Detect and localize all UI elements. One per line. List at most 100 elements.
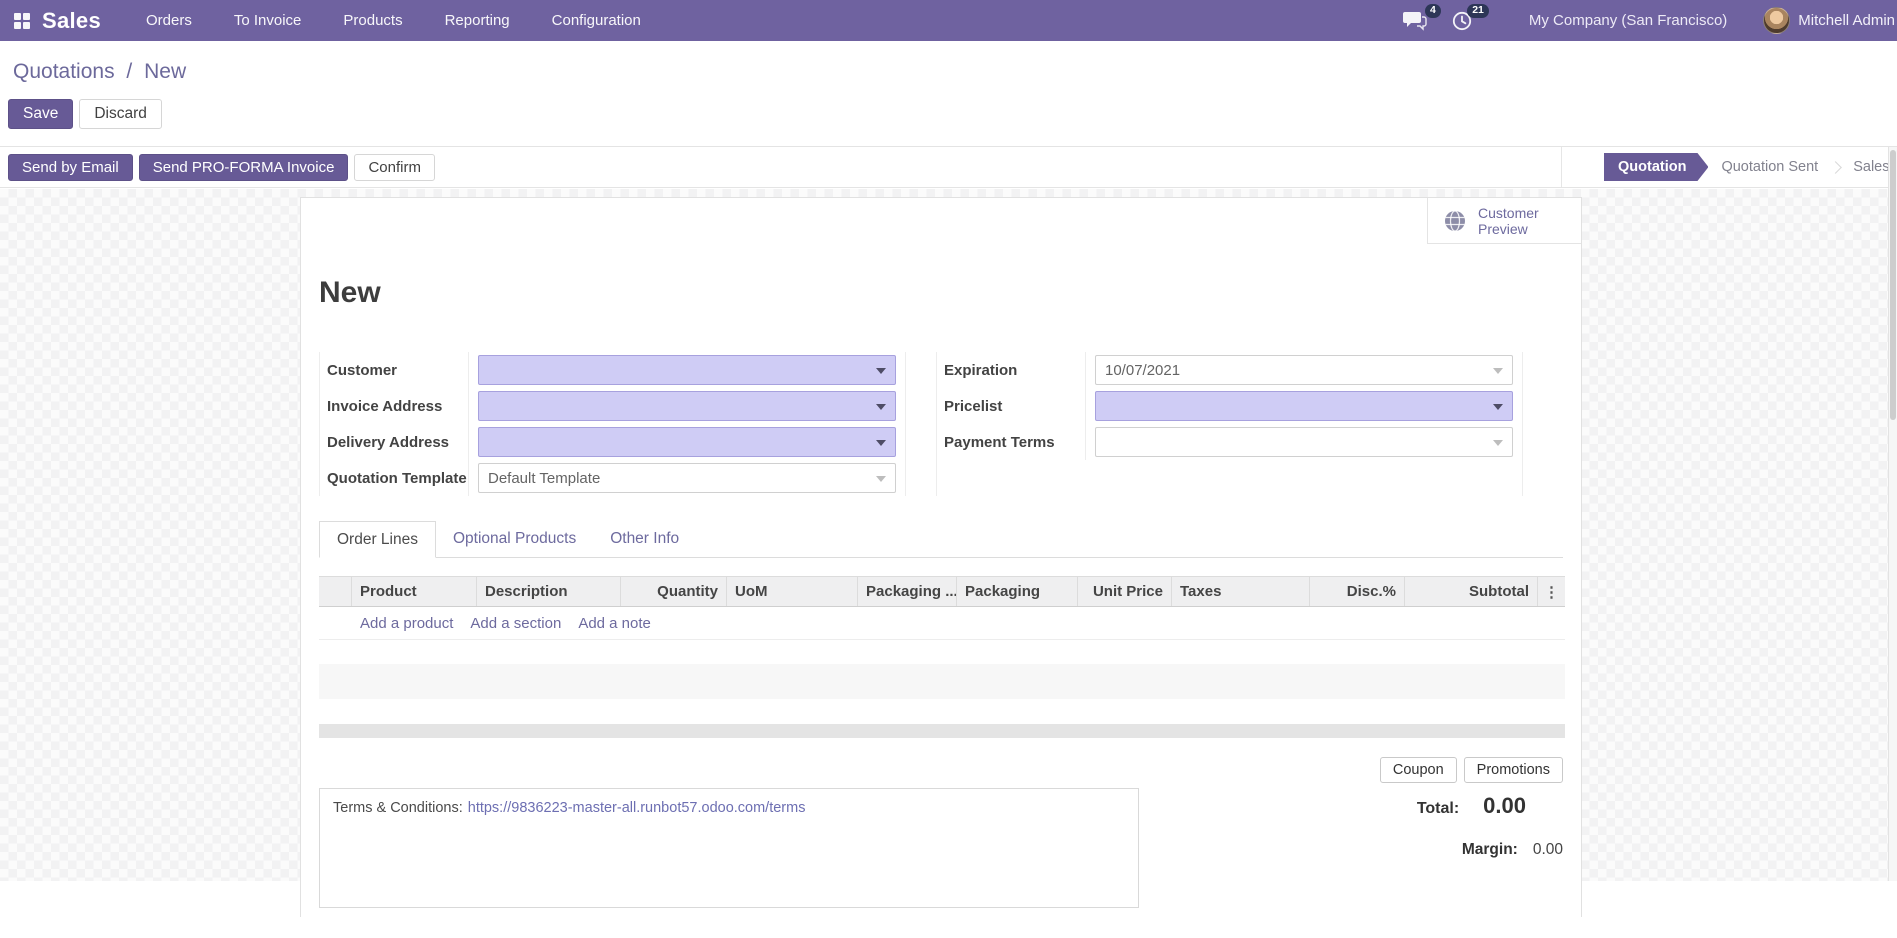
customer-preview-button[interactable]: Customer Preview bbox=[1427, 198, 1581, 244]
margin-row: Margin: 0.00 bbox=[1343, 841, 1563, 859]
field-label-invoice-address: Invoice Address bbox=[320, 388, 469, 424]
user-avatar bbox=[1763, 7, 1791, 34]
app-name[interactable]: Sales bbox=[42, 8, 101, 34]
list-add-row: Add a product Add a section Add a note bbox=[319, 607, 1565, 640]
field-label-delivery-address: Delivery Address bbox=[320, 424, 469, 460]
confirm-button[interactable]: Confirm bbox=[354, 153, 435, 181]
notebook-tabs: Order Lines Optional Products Other Info bbox=[319, 521, 1563, 558]
main-menu: Orders To Invoice Products Reporting Con… bbox=[125, 0, 662, 41]
customer-input[interactable] bbox=[478, 355, 896, 385]
form-statusbar-row: Send by Email Send PRO-FORMA Invoice Con… bbox=[0, 146, 1897, 188]
chat-bubble-icon bbox=[1402, 11, 1427, 31]
field-label-payment-terms: Payment Terms bbox=[937, 424, 1086, 460]
col-packaging: Packaging bbox=[957, 577, 1078, 606]
user-menu[interactable]: Mitchell Admin bbox=[1763, 7, 1895, 34]
tab-other-info[interactable]: Other Info bbox=[593, 521, 696, 557]
dropdown-caret-icon bbox=[876, 476, 886, 482]
col-uom: UoM bbox=[727, 577, 858, 606]
nav-reporting[interactable]: Reporting bbox=[424, 0, 531, 41]
dropdown-caret-icon bbox=[1493, 440, 1503, 446]
save-button[interactable]: Save bbox=[8, 99, 74, 129]
statusbar: Quotation Quotation Sent Sales Order bbox=[1561, 147, 1897, 187]
discard-button[interactable]: Discard bbox=[79, 99, 162, 129]
tab-order-lines[interactable]: Order Lines bbox=[319, 521, 436, 558]
form-view-background: Customer Preview New Customer Invoice Ad… bbox=[0, 189, 1897, 917]
dropdown-caret-icon bbox=[1493, 404, 1503, 410]
coupon-button[interactable]: Coupon bbox=[1379, 757, 1457, 783]
col-packaging-qty: Packaging ... bbox=[858, 577, 957, 606]
dropdown-caret-icon bbox=[876, 368, 886, 374]
col-product: Product bbox=[352, 577, 477, 606]
globe-icon bbox=[1445, 209, 1465, 232]
payment-terms-input[interactable] bbox=[1095, 427, 1513, 457]
col-discount: Disc.% bbox=[1310, 577, 1405, 606]
activities-icon[interactable]: 21 bbox=[1451, 3, 1489, 32]
field-label-expiration: Expiration bbox=[937, 352, 1086, 388]
terms-and-conditions-box[interactable]: Terms & Conditions: https://9836223-maste… bbox=[319, 788, 1139, 908]
margin-label: Margin: bbox=[1461, 841, 1518, 858]
order-lines-header: Product Description Quantity UoM Packagi… bbox=[319, 576, 1565, 607]
breadcrumb: Quotations / New bbox=[13, 60, 186, 84]
record-title: New bbox=[319, 276, 381, 309]
empty-row-shaded bbox=[319, 664, 1565, 699]
scrollbar-thumb[interactable] bbox=[1890, 150, 1896, 420]
messages-badge: 4 bbox=[1425, 3, 1441, 18]
field-label-quotation-template: Quotation Template bbox=[320, 460, 469, 496]
fields-group-left: Customer Invoice Address Delivery Addres… bbox=[319, 352, 906, 496]
total-value: 0.00 bbox=[1483, 793, 1526, 818]
empty-row bbox=[319, 640, 1565, 664]
margin-value: 0.00 bbox=[1532, 841, 1563, 858]
col-subtotal: Subtotal bbox=[1405, 577, 1538, 606]
horizontal-scrollbar[interactable] bbox=[319, 724, 1565, 738]
totals-block: Coupon Promotions Total: 0.00 Margin: 0.… bbox=[1343, 757, 1563, 859]
send-by-email-button[interactable]: Send by Email bbox=[8, 153, 133, 181]
add-a-product-link[interactable]: Add a product bbox=[360, 615, 453, 632]
control-panel-buttons: Save Discard bbox=[8, 99, 162, 129]
col-quantity: Quantity bbox=[621, 577, 727, 606]
invoice-address-input[interactable] bbox=[478, 391, 896, 421]
activities-badge: 21 bbox=[1467, 3, 1489, 18]
breadcrumb-current: New bbox=[144, 60, 187, 83]
pricelist-input[interactable] bbox=[1095, 391, 1513, 421]
terms-label: Terms & Conditions: bbox=[333, 800, 463, 816]
field-label-pricelist: Pricelist bbox=[937, 388, 1086, 424]
send-proforma-button[interactable]: Send PRO-FORMA Invoice bbox=[138, 153, 349, 181]
top-navbar: Sales Orders To Invoice Products Reporti… bbox=[0, 0, 1897, 41]
optional-columns-icon[interactable]: ⋮ bbox=[1538, 577, 1565, 606]
total-label: Total: bbox=[1416, 800, 1460, 817]
dropdown-caret-icon bbox=[1493, 368, 1503, 374]
form-fields: Customer Invoice Address Delivery Addres… bbox=[319, 352, 1563, 496]
nav-products[interactable]: Products bbox=[322, 0, 423, 41]
dropdown-caret-icon bbox=[876, 440, 886, 446]
vertical-scrollbar[interactable] bbox=[1888, 147, 1897, 881]
nav-configuration[interactable]: Configuration bbox=[531, 0, 662, 41]
terms-link[interactable]: https://9836223-master-all.runbot57.odoo… bbox=[468, 800, 806, 816]
add-a-note-link[interactable]: Add a note bbox=[578, 615, 651, 632]
messages-icon[interactable]: 4 bbox=[1402, 3, 1441, 32]
sheet-footer: Terms & Conditions: https://9836223-maste… bbox=[319, 738, 1563, 938]
status-step-quotation-sent[interactable]: Quotation Sent bbox=[1708, 159, 1831, 175]
expiration-input[interactable]: 10/07/2021 bbox=[1095, 355, 1513, 385]
col-description: Description bbox=[477, 577, 621, 606]
nav-orders[interactable]: Orders bbox=[125, 0, 213, 41]
empty-row bbox=[319, 699, 1565, 723]
quotation-sheet: Customer Preview New Customer Invoice Ad… bbox=[300, 197, 1582, 917]
promotions-button[interactable]: Promotions bbox=[1463, 757, 1563, 783]
company-switcher[interactable]: My Company (San Francisco) bbox=[1529, 12, 1727, 29]
quotation-template-input[interactable]: Default Template bbox=[478, 463, 896, 493]
add-a-section-link[interactable]: Add a section bbox=[470, 615, 561, 632]
navbar-systray: 4 21 My Company (San Francisco) Mitchell… bbox=[1402, 0, 1897, 41]
delivery-address-input[interactable] bbox=[478, 427, 896, 457]
total-row: Total: 0.00 bbox=[1343, 793, 1563, 819]
field-label-customer: Customer bbox=[320, 352, 469, 388]
user-name: Mitchell Admin bbox=[1798, 12, 1895, 29]
apps-menu-icon[interactable] bbox=[14, 12, 30, 29]
breadcrumb-quotations-link[interactable]: Quotations bbox=[13, 60, 115, 83]
status-step-quotation[interactable]: Quotation bbox=[1604, 153, 1708, 181]
col-unit-price: Unit Price bbox=[1078, 577, 1172, 606]
nav-to-invoice[interactable]: To Invoice bbox=[213, 0, 323, 41]
col-handle bbox=[319, 577, 352, 606]
breadcrumb-separator: / bbox=[126, 60, 133, 83]
tab-optional-products[interactable]: Optional Products bbox=[436, 521, 593, 557]
dropdown-caret-icon bbox=[876, 404, 886, 410]
